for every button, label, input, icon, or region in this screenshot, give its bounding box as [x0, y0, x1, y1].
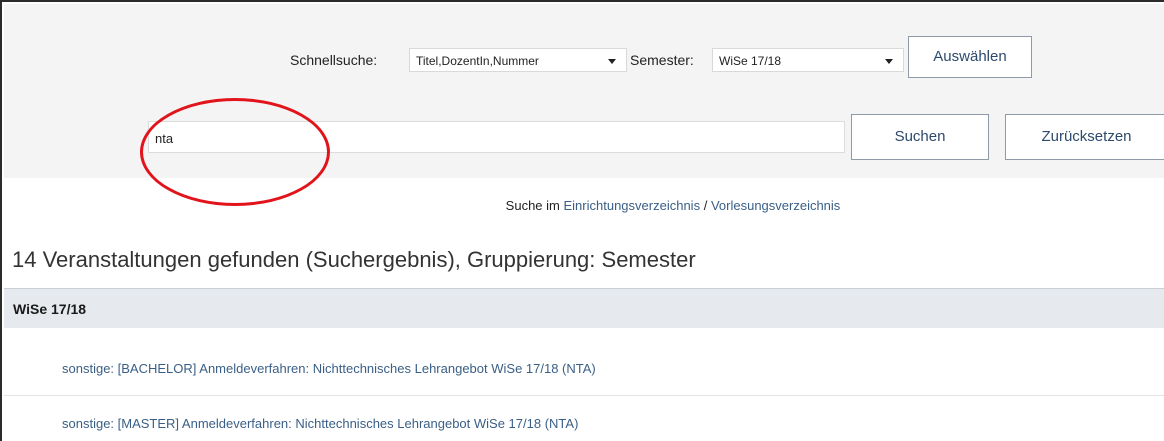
course-link[interactable]: sonstige: [BACHELOR] Anmeldeverfahren: N…	[62, 361, 596, 376]
course-directory-link[interactable]: Vorlesungsverzeichnis	[711, 198, 840, 213]
quick-search-label: Schnellsuche:	[290, 52, 378, 68]
quick-search-select[interactable]: Titel,DozentIn,Nummer	[409, 48, 627, 72]
directory-search-links: Suche im Einrichtungsverzeichnis / Vorle…	[2, 198, 1164, 213]
semester-select[interactable]: WiSe 17/18	[712, 48, 904, 72]
semester-select-value: WiSe 17/18	[719, 54, 782, 68]
search-button[interactable]: Suchen	[851, 114, 989, 160]
institutions-directory-link[interactable]: Einrichtungsverzeichnis	[564, 198, 701, 213]
chevron-down-icon	[608, 59, 616, 64]
reset-button[interactable]: Zurücksetzen	[1005, 114, 1164, 160]
course-link[interactable]: sonstige: [MASTER] Anmeldeverfahren: Nic…	[62, 416, 578, 431]
list-item: sonstige: [BACHELOR] Anmeldeverfahren: N…	[4, 342, 1164, 396]
semester-group-header: WiSe 17/18	[4, 288, 1164, 328]
semester-label: Semester:	[630, 52, 694, 68]
chevron-down-icon	[885, 59, 893, 64]
quick-search-select-value: Titel,DozentIn,Nummer	[416, 54, 539, 68]
directory-separator: /	[703, 198, 708, 213]
select-button[interactable]: Auswählen	[908, 36, 1032, 78]
results-title: 14 Veranstaltungen gefunden (Suchergebni…	[12, 247, 696, 272]
page-frame: Schnellsuche: Titel,DozentIn,Nummer Seme…	[0, 0, 1164, 441]
semester-group-label: WiSe 17/18	[13, 301, 87, 317]
search-panel: Schnellsuche: Titel,DozentIn,Nummer Seme…	[4, 4, 1164, 178]
directory-prefix: Suche im	[505, 198, 560, 213]
search-input[interactable]: nta	[148, 121, 845, 153]
list-item: sonstige: [MASTER] Anmeldeverfahren: Nic…	[4, 397, 1164, 441]
